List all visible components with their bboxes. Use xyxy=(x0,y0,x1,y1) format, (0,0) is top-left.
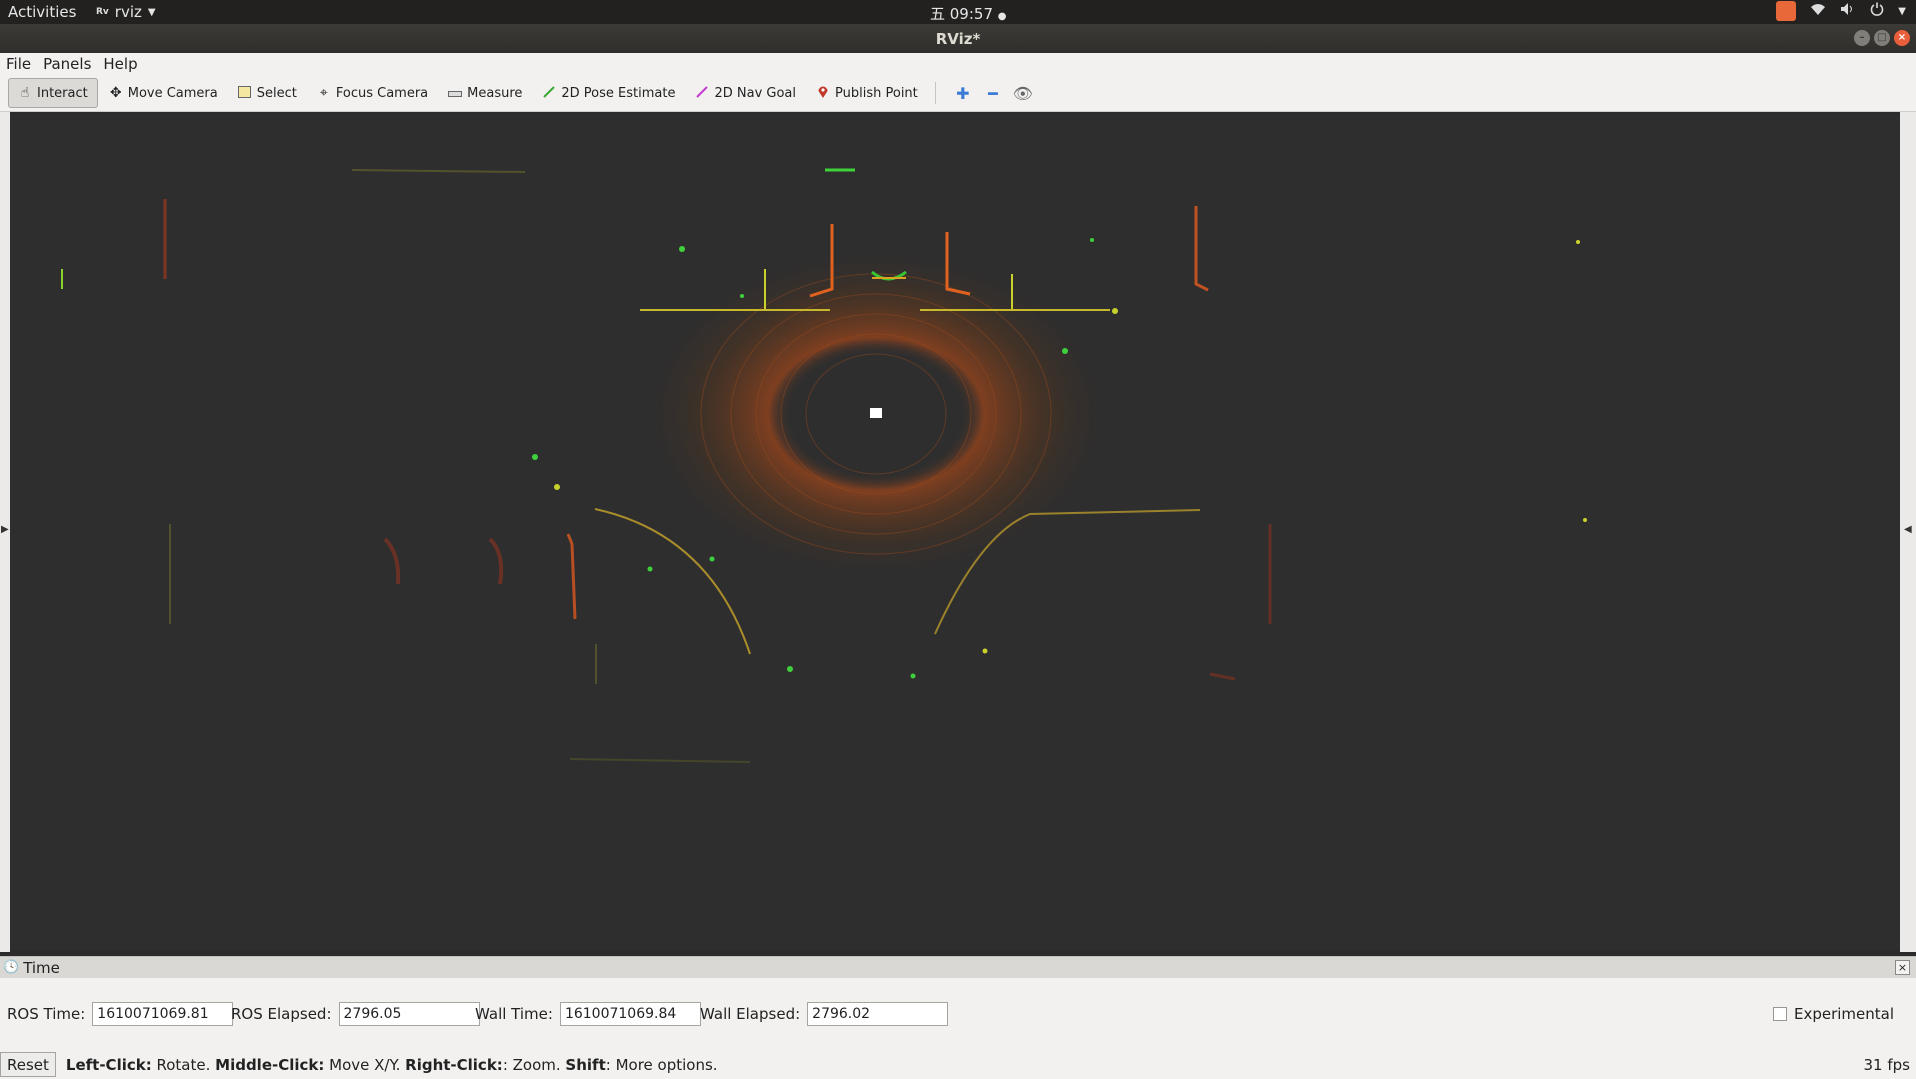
minimize-icon[interactable]: – xyxy=(1854,30,1870,46)
chevron-down-icon: ▼ xyxy=(147,6,156,18)
publish-point-tool[interactable]: Publish Point xyxy=(807,78,927,108)
green-arrow-icon xyxy=(542,85,556,102)
menu-panels[interactable]: Panels xyxy=(37,55,97,73)
wall-time-field[interactable] xyxy=(559,1002,701,1026)
chevron-down-icon: ▼ xyxy=(1898,5,1906,17)
clock-label: 五 09:57 xyxy=(930,5,993,23)
clock-icon: 🕓 xyxy=(3,960,20,975)
nav-goal-label: 2D Nav Goal xyxy=(714,85,797,101)
map-pin-icon xyxy=(816,85,830,102)
experimental-checkbox-group[interactable]: Experimental xyxy=(1772,1005,1894,1023)
left-dock-handle[interactable]: ▶ xyxy=(0,112,10,952)
measure-tool[interactable]: Measure xyxy=(439,78,531,108)
expand-left-icon[interactable]: ▶ xyxy=(1,524,9,535)
wall-time-group: Wall Time: xyxy=(475,1002,701,1026)
rviz-app-icon: Rv xyxy=(96,7,109,17)
crosshair-icon: ⌖ xyxy=(319,85,328,101)
ros-time-field[interactable] xyxy=(92,1002,234,1026)
hint-key-middle-click: Middle-Click: xyxy=(215,1055,325,1074)
clock[interactable]: 五 09:57 ● xyxy=(930,3,1007,24)
vehicle-marker xyxy=(870,408,882,418)
close-icon[interactable]: × xyxy=(1894,30,1910,46)
move-camera-tool[interactable]: ✥ Move Camera xyxy=(100,78,227,108)
view-eye-icon[interactable]: 👁 xyxy=(1012,84,1034,103)
activities-button[interactable]: Activities xyxy=(8,3,76,21)
magenta-arrow-icon xyxy=(695,85,709,102)
add-tool-icon[interactable]: ✚ xyxy=(952,84,974,103)
ros-elapsed-group: ROS Elapsed: xyxy=(231,1002,480,1026)
select-label: Select xyxy=(256,85,297,101)
status-bar: Reset Left-Click: Rotate. Middle-Click: … xyxy=(0,1050,1916,1079)
fps-counter: 31 fps xyxy=(1863,1056,1910,1074)
menu-file[interactable]: File xyxy=(0,55,37,73)
measure-label: Measure xyxy=(467,85,523,101)
system-tray[interactable]: ▼ xyxy=(1776,1,1906,21)
wall-time-label: Wall Time: xyxy=(475,1005,553,1023)
window-controls: – □ × xyxy=(1854,30,1910,46)
hint-value: Rotate. xyxy=(151,1055,216,1074)
time-panel-header: 🕓 Time × xyxy=(0,956,1916,978)
reset-button[interactable]: Reset xyxy=(0,1052,56,1077)
app-menu[interactable]: Rv rviz ▼ xyxy=(96,3,156,21)
mouse-hint: Left-Click: Rotate. Middle-Click: Move X… xyxy=(66,1056,718,1074)
focus-camera-tool[interactable]: ⌖ Focus Camera xyxy=(308,78,437,108)
ros-elapsed-label: ROS Elapsed: xyxy=(231,1005,332,1023)
ros-time-group: ROS Time: xyxy=(7,1002,234,1026)
hint-key-shift: Shift xyxy=(565,1055,606,1074)
interact-tool[interactable]: ☝ Interact xyxy=(8,78,98,108)
hint-value: : More options. xyxy=(605,1055,718,1074)
toolbar-separator xyxy=(934,82,936,104)
move-camera-label: Move Camera xyxy=(127,85,218,101)
experimental-checkbox[interactable] xyxy=(1772,1007,1787,1021)
power-icon xyxy=(1870,2,1884,20)
experimental-label: Experimental xyxy=(1793,1005,1894,1023)
time-panel: ROS Time: ROS Elapsed: Wall Time: Wall E… xyxy=(0,978,1916,1050)
wifi-icon xyxy=(1810,2,1826,20)
expand-right-icon[interactable]: ◀ xyxy=(1904,524,1912,535)
right-dock-handle[interactable]: ◀ xyxy=(1900,112,1916,952)
time-panel-title: Time xyxy=(23,958,60,977)
select-box-icon xyxy=(238,85,252,101)
system-top-bar: Activities Rv rviz ▼ 五 09:57 ● ▼ xyxy=(0,0,1916,24)
move-arrows-icon: ✥ xyxy=(109,85,122,101)
maximize-icon[interactable]: □ xyxy=(1874,30,1890,46)
hint-value: : Zoom. xyxy=(502,1055,566,1074)
wall-elapsed-field[interactable] xyxy=(807,1002,949,1026)
app-menu-label: rviz xyxy=(114,3,142,21)
point-cloud-render xyxy=(61,168,1587,763)
ruler-icon xyxy=(448,86,463,100)
update-notifier-icon[interactable] xyxy=(1776,1,1797,21)
hand-pointer-icon: ☝ xyxy=(20,85,30,101)
pose-estimate-tool[interactable]: 2D Pose Estimate xyxy=(533,78,684,108)
menu-bar: File Panels Help xyxy=(0,53,1916,75)
focus-camera-label: Focus Camera xyxy=(335,85,429,101)
close-panel-icon[interactable]: × xyxy=(1895,960,1910,975)
hint-value: Move X/Y. xyxy=(324,1055,406,1074)
window-titlebar[interactable]: RViz* – □ × xyxy=(0,24,1916,53)
nav-goal-tool[interactable]: 2D Nav Goal xyxy=(686,78,805,108)
select-tool[interactable]: Select xyxy=(229,78,306,108)
render-viewport[interactable] xyxy=(10,114,1900,950)
hint-key-right-click: Right-Click: xyxy=(405,1055,503,1074)
wall-elapsed-label: Wall Elapsed: xyxy=(700,1005,801,1023)
pose-estimate-label: 2D Pose Estimate xyxy=(561,85,676,101)
menu-help[interactable]: Help xyxy=(97,55,143,73)
wall-elapsed-group: Wall Elapsed: xyxy=(700,1002,949,1026)
volume-icon xyxy=(1840,2,1856,20)
hint-key-left-click: Left-Click: xyxy=(65,1055,152,1074)
interact-label: Interact xyxy=(37,85,88,101)
ros-time-label: ROS Time: xyxy=(7,1005,86,1023)
notification-dot-icon: ● xyxy=(997,11,1007,22)
tools-toolbar: ☝ Interact ✥ Move Camera Select ⌖ Focus … xyxy=(0,75,1916,112)
publish-point-label: Publish Point xyxy=(835,85,918,101)
ros-elapsed-field[interactable] xyxy=(338,1002,480,1026)
window-title: RViz* xyxy=(935,30,981,48)
remove-tool-icon[interactable]: ━ xyxy=(982,84,1004,103)
